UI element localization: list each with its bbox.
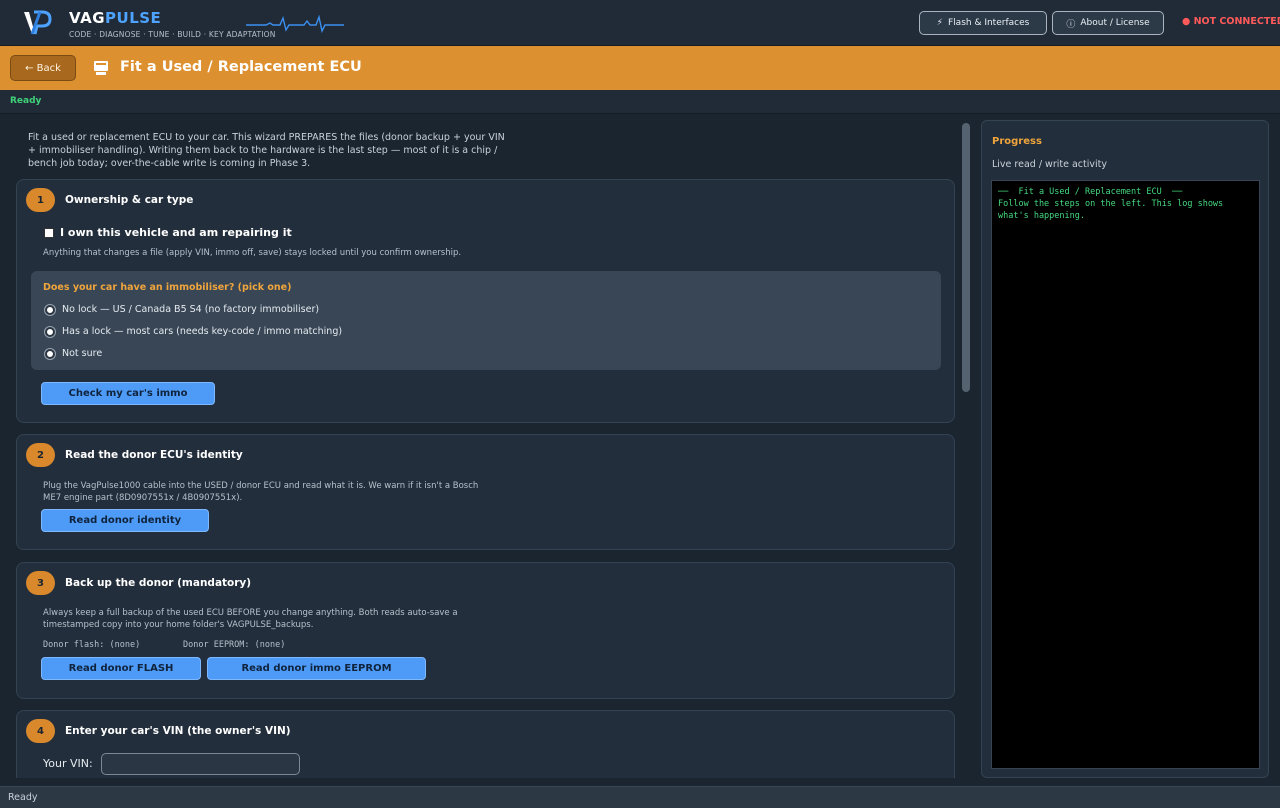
radio-no-lock[interactable]: No lock — US / Canada B5 S4 (no factory … (45, 304, 319, 315)
immobiliser-question-box: Does your car have an immobiliser? (pick… (31, 271, 941, 370)
progress-subtitle: Live read / write activity (992, 159, 1107, 170)
donor-flash-status: Donor flash: (none) (43, 640, 141, 650)
vagpulse-logo-icon (24, 10, 52, 35)
ecu-chip-icon (94, 61, 108, 75)
wizard-scroll-area[interactable]: Fit a used or replacement ECU to your ca… (0, 114, 975, 778)
ownership-label: I own this vehicle and am repairing it (60, 226, 292, 239)
progress-title: Progress (992, 136, 1042, 147)
read-donor-flash-button[interactable]: Read donor FLASH (41, 657, 201, 680)
step-1-card: 1 Ownership & car type I own this vehicl… (16, 179, 955, 423)
step-2-card: 2 Read the donor ECU's identity Plug the… (16, 434, 955, 550)
bottom-status-bar: Ready (0, 786, 1280, 808)
info-icon: ⓘ (1066, 19, 1076, 30)
page-titlebar: ← Back Fit a Used / Replacement ECU (0, 46, 1280, 90)
scrollbar-thumb[interactable] (962, 123, 970, 392)
log-line: ── Fit a Used / Replacement ECU ── (998, 187, 1183, 197)
pulse-wave-icon (246, 15, 344, 33)
ready-status: Ready (10, 96, 42, 106)
immobiliser-question: Does your car have an immobiliser? (pick… (43, 282, 292, 293)
radio-has-lock[interactable]: Has a lock — most cars (needs key-code /… (45, 326, 342, 337)
read-donor-eeprom-button[interactable]: Read donor immo EEPROM (207, 657, 426, 680)
step-title: Back up the donor (mandatory) (65, 577, 252, 589)
ownership-note: Anything that changes a file (apply VIN,… (43, 248, 462, 258)
radio-button[interactable] (45, 304, 55, 315)
back-button[interactable]: ← Back (10, 55, 76, 81)
donor-identity-note: Plug the VagPulse1000 cable into the USE… (43, 481, 479, 503)
activity-log[interactable]: ── Fit a Used / Replacement ECU ── Follo… (991, 180, 1260, 769)
app-header: VAGPULSE CODE · DIAGNOSE · TUNE · BUILD … (0, 0, 1280, 46)
backup-note: Always keep a full backup of the used EC… (43, 608, 458, 630)
radio-button[interactable] (45, 326, 55, 337)
donor-eeprom-status: Donor EEPROM: (none) (183, 640, 286, 650)
step-3-card: 3 Back up the donor (mandatory) Always k… (16, 562, 955, 699)
check-immo-button[interactable]: Check my car's immo (41, 382, 215, 405)
step-title: Read the donor ECU's identity (65, 449, 243, 461)
connection-status: ● NOT CONNECTED (1182, 16, 1280, 27)
step-number-badge: 3 (26, 571, 55, 595)
ownership-checkbox[interactable] (44, 228, 54, 238)
log-line: Follow the steps on the left. This log s… (998, 199, 1229, 221)
step-number-badge: 1 (26, 188, 55, 212)
intro-text: Fit a used or replacement ECU to your ca… (28, 132, 505, 169)
bottom-status-text: Ready (8, 792, 38, 803)
step-title: Enter your car's VIN (the owner's VIN) (65, 725, 291, 737)
lightning-icon: ⚡ (936, 18, 943, 28)
radio-button[interactable] (45, 348, 55, 359)
brand-tagline: CODE · DIAGNOSE · TUNE · BUILD · KEY ADA… (69, 30, 276, 39)
brand-name: VAGPULSE (69, 9, 162, 27)
page-title: Fit a Used / Replacement ECU (120, 59, 362, 75)
step-title: Ownership & car type (65, 194, 194, 206)
read-donor-identity-button[interactable]: Read donor identity (41, 509, 209, 532)
step-number-badge: 2 (26, 443, 55, 467)
vin-label: Your VIN: (43, 757, 93, 770)
progress-panel: Progress Live read / write activity ── F… (981, 120, 1269, 778)
radio-not-sure[interactable]: Not sure (45, 348, 102, 359)
status-strip: Ready (0, 90, 1280, 114)
step-4-card: 4 Enter your car's VIN (the owner's VIN)… (16, 710, 955, 778)
step-number-badge: 4 (26, 719, 55, 743)
vin-input[interactable] (101, 753, 300, 775)
about-license-button[interactable]: ⓘ About / License (1052, 11, 1164, 35)
flash-interfaces-button[interactable]: ⚡ Flash & Interfaces (919, 11, 1047, 35)
